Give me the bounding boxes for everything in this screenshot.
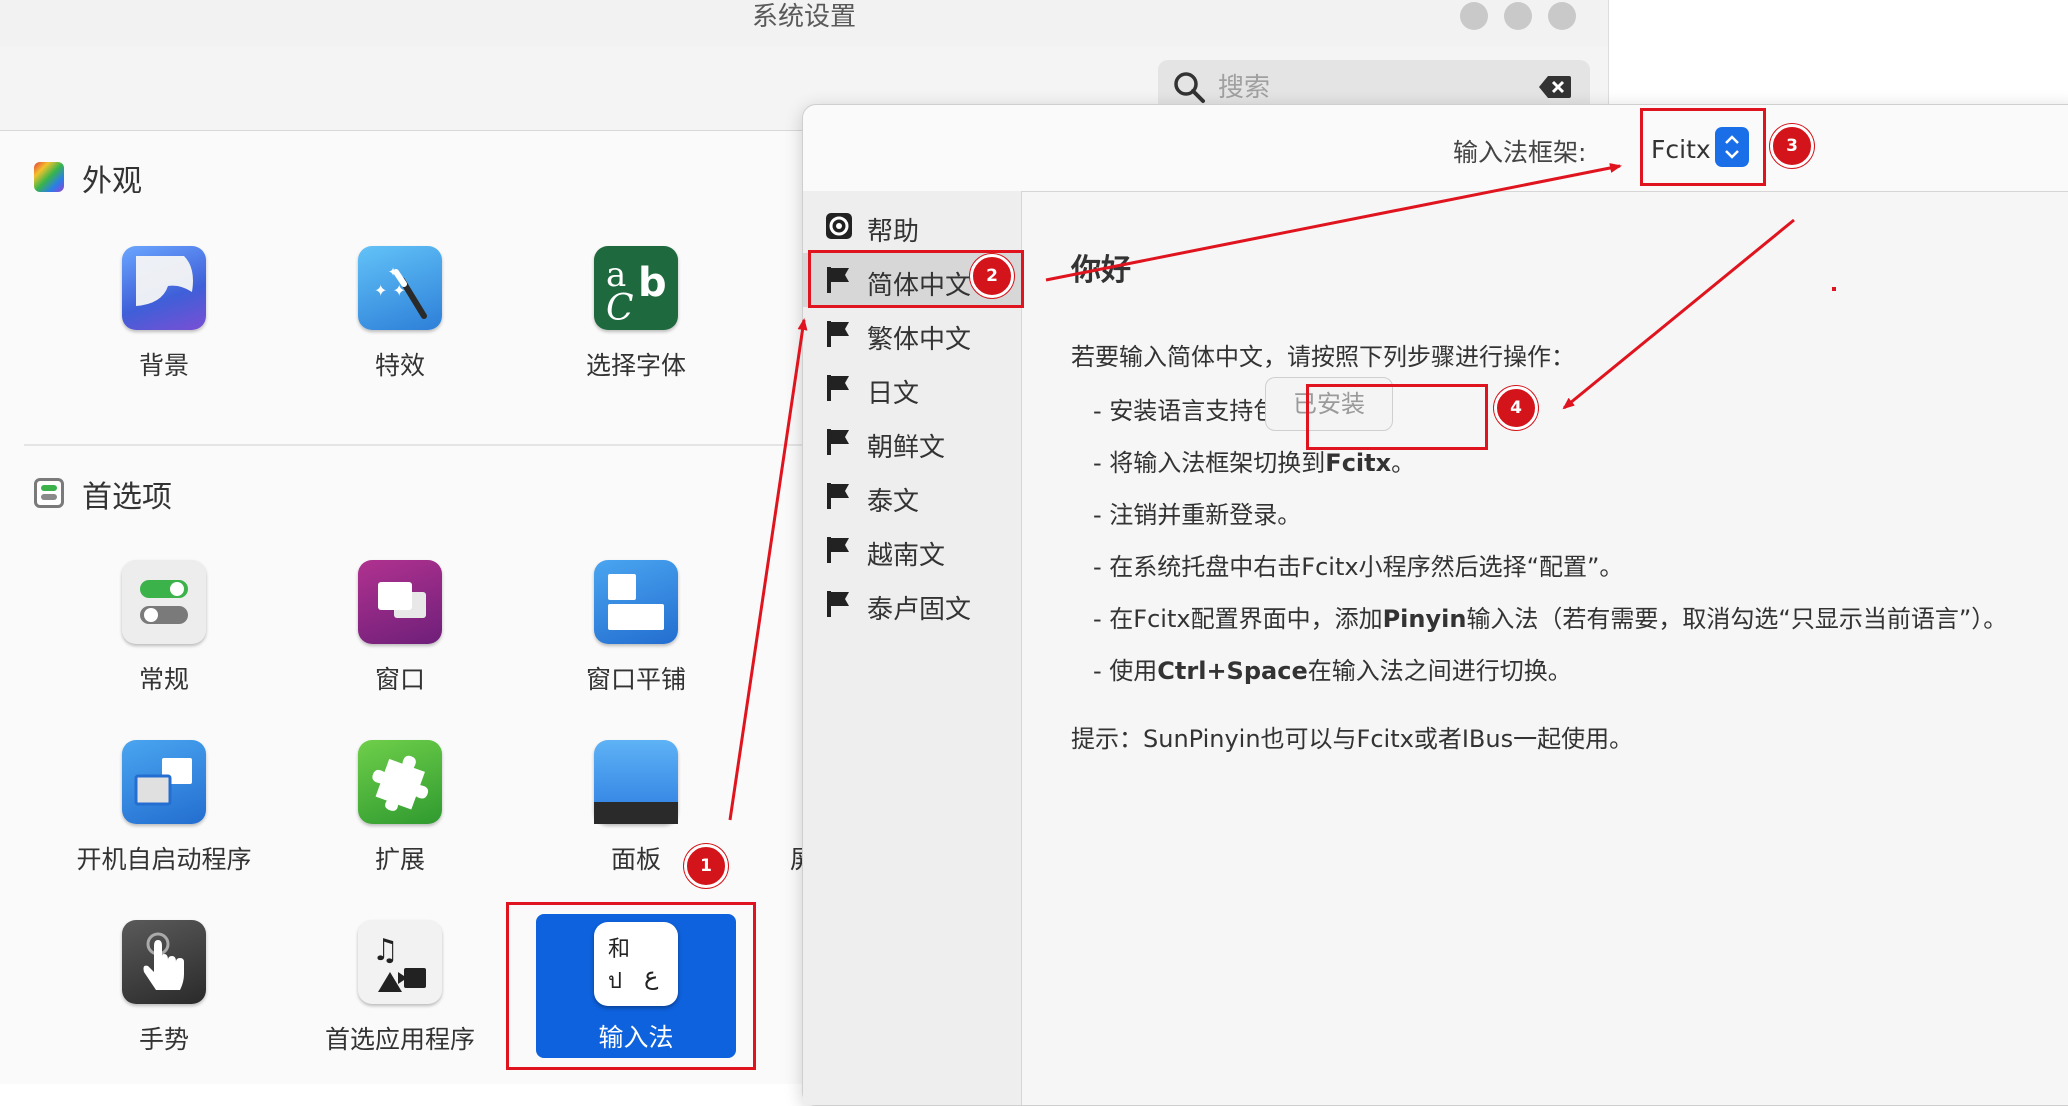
minimize-button[interactable] — [1460, 2, 1488, 30]
puzzle-piece-icon — [358, 740, 442, 824]
svg-text:✦ ✦: ✦ ✦ — [374, 281, 406, 300]
step-text: - 使用 — [1093, 657, 1158, 685]
tile-gestures[interactable]: 手势 — [64, 920, 264, 1080]
maximize-button[interactable] — [1504, 2, 1532, 30]
sidebar-item-label: 泰卢固文 — [867, 595, 972, 625]
step-text: - 将输入法框架切换到 — [1093, 449, 1326, 477]
sidebar-item-label: 繁体中文 — [867, 325, 972, 355]
wallpaper-icon — [122, 246, 206, 330]
annotation-badge-2: 2 — [970, 254, 1014, 298]
section-divider — [24, 444, 804, 446]
annotation-badge-1: 1 — [684, 844, 728, 888]
flag-icon — [827, 483, 849, 509]
flag-icon — [827, 321, 849, 347]
annotation-box-installed — [1306, 384, 1488, 450]
sidebar-item-label: 泰文 — [867, 487, 920, 517]
section-title-appearance: 外观 — [82, 164, 142, 199]
step-switch-shortcut: - 使用Ctrl+Space在输入法之间进行切换。 — [1093, 651, 1572, 686]
tile-label: 首选应用程序 — [324, 1025, 475, 1054]
annotation-badge-4: 4 — [1494, 386, 1538, 430]
sidebar-item-label: 越南文 — [867, 541, 946, 571]
step-bold: Pinyin — [1382, 605, 1467, 633]
effects-wand-icon: ✦ ✦ ✦ — [358, 246, 442, 330]
tile-label: 选择字体 — [585, 351, 686, 380]
sidebar-item-thai[interactable]: 泰文 — [803, 469, 1021, 523]
framework-label: 输入法框架: — [1453, 138, 1587, 167]
step-text: 。 — [1391, 449, 1416, 477]
search-input[interactable] — [1216, 68, 1520, 108]
sidebar-item-japanese[interactable]: 日文 — [803, 361, 1021, 415]
tile-label: 开机自启动程序 — [76, 845, 252, 874]
toggles-icon — [122, 560, 206, 644]
tile-general[interactable]: 常规 — [64, 560, 264, 720]
step-text: - 在Fcitx配置界面中，添加 — [1093, 605, 1383, 633]
tile-extensions[interactable]: 扩展 — [300, 740, 500, 900]
tile-fonts[interactable]: a b C 选择字体 — [536, 246, 736, 406]
svg-text:✦: ✦ — [388, 265, 398, 279]
step-configure-tray: - 在系统托盘中右击Fcitx小程序然后选择“配置”。 — [1093, 547, 1623, 582]
annotation-box-input-method — [506, 902, 756, 1070]
sidebar-item-traditional-chinese[interactable]: 繁体中文 — [803, 307, 1021, 361]
tile-label: 手势 — [138, 1025, 189, 1054]
content-tip: 提示：SunPinyin也可以与Fcitx或者IBus一起使用。 — [1071, 725, 1634, 753]
tile-label: 窗口 — [374, 665, 425, 694]
windows-icon — [358, 560, 442, 644]
svg-text:♫: ♫ — [372, 933, 399, 968]
svg-text:C: C — [606, 288, 634, 329]
flag-icon — [827, 537, 849, 563]
tile-label: 窗口平铺 — [585, 665, 686, 694]
font-icon: a b C — [594, 246, 678, 330]
flag-icon — [827, 591, 849, 617]
step-text: 在输入法之间进行切换。 — [1307, 657, 1572, 685]
tile-effects[interactable]: ✦ ✦ ✦ 特效 — [300, 246, 500, 406]
tile-label: 常规 — [138, 665, 189, 694]
panel-icon — [594, 740, 678, 824]
flag-icon — [827, 375, 849, 401]
tile-background[interactable]: 背景 — [64, 246, 264, 406]
flag-icon — [827, 429, 849, 455]
window-title: 系统设置 — [751, 2, 856, 32]
annotation-box-framework — [1640, 108, 1766, 186]
step-relogin: - 注销并重新登录。 — [1093, 495, 1301, 530]
sidebar-item-korean[interactable]: 朝鲜文 — [803, 415, 1021, 469]
preferred-apps-icon: ♫ — [358, 920, 442, 1004]
tile-window-tiling[interactable]: 窗口平铺 — [536, 560, 736, 720]
preferences-section-icon — [34, 478, 64, 508]
sidebar-item-vietnamese[interactable]: 越南文 — [803, 523, 1021, 577]
startup-apps-icon — [122, 740, 206, 824]
sidebar-item-label: 朝鲜文 — [867, 433, 946, 463]
tile-label: 扩展 — [374, 845, 425, 874]
step-text: 输入法（若有需要，取消勾选“只显示当前语言”）。 — [1466, 605, 2008, 633]
sidebar-item-help[interactable]: 帮助 — [803, 199, 1021, 253]
step-add-pinyin: - 在Fcitx配置界面中，添加Pinyin输入法（若有需要，取消勾选“只显示当… — [1093, 599, 2007, 634]
step-text: - 注销并重新登录。 — [1093, 501, 1302, 529]
svg-text:b: b — [638, 260, 667, 306]
step-bold: Ctrl+Space — [1157, 657, 1308, 685]
step-bold: Fcitx — [1325, 449, 1392, 477]
touch-gesture-icon — [122, 920, 206, 1004]
sidebar-item-telugu[interactable]: 泰卢固文 — [803, 577, 1021, 631]
step-text: - 在系统托盘中右击Fcitx小程序然后选择“配置”。 — [1093, 553, 1624, 581]
clear-search-icon[interactable] — [1538, 74, 1572, 100]
close-button[interactable] — [1548, 2, 1576, 30]
tile-windows[interactable]: 窗口 — [300, 560, 500, 720]
appearance-section-icon — [34, 162, 64, 192]
annotation-badge-3: 3 — [1770, 124, 1814, 168]
sidebar-item-label: 帮助 — [867, 217, 920, 247]
search-icon — [1174, 72, 1205, 103]
section-title-preferences: 首选项 — [82, 480, 172, 515]
sidebar-item-label: 日文 — [867, 379, 920, 409]
tile-label: 背景 — [138, 351, 189, 380]
window-tiling-icon — [594, 560, 678, 644]
dialog-header: 输入法框架: Fcitx — [803, 105, 2068, 192]
title-bar: 系统设置 — [0, 0, 1608, 46]
language-sidebar: 帮助 简体中文 繁体中文 日文 朝鲜文 泰文 越南文 泰卢固文 — [803, 191, 1022, 1105]
language-content: 你好 若要输入简体中文，请按照下列步骤进行操作： - 安装语言支持包： 已安装 … — [1023, 191, 2068, 1105]
tile-startup-apps[interactable]: 开机自启动程序 — [64, 740, 264, 900]
content-intro: 若要输入简体中文，请按照下列步骤进行操作： — [1071, 343, 1575, 371]
tile-label: 特效 — [374, 351, 425, 380]
tile-preferred-apps[interactable]: ♫ 首选应用程序 — [300, 920, 500, 1080]
help-lifebuoy-icon — [826, 213, 852, 239]
content-heading: 你好 — [1071, 253, 1131, 288]
